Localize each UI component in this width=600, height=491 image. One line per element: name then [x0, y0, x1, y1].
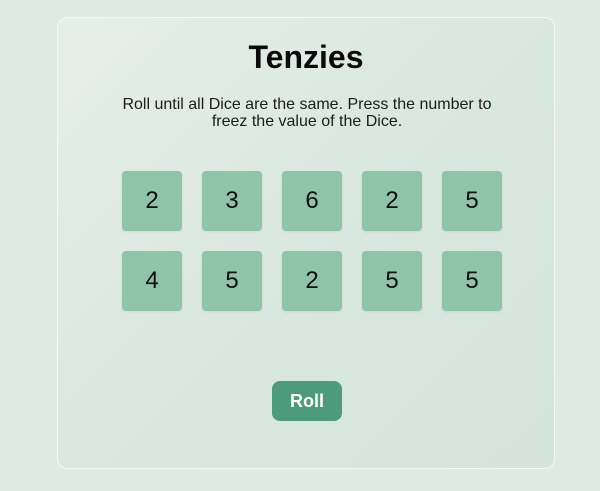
die-6[interactable]: 4 [122, 251, 182, 311]
die-9[interactable]: 5 [362, 251, 422, 311]
die-1[interactable]: 2 [122, 171, 182, 231]
die-2[interactable]: 3 [202, 171, 262, 231]
die-10[interactable]: 5 [442, 251, 502, 311]
game-card: Tenzies Roll until all Dice are the same… [57, 17, 555, 469]
instructions-text: Roll until all Dice are the same. Press … [122, 96, 492, 130]
page-title: Tenzies [248, 39, 364, 75]
dice-grid: 2 3 6 2 5 4 5 2 5 5 [122, 171, 502, 311]
die-5[interactable]: 5 [442, 171, 502, 231]
die-7[interactable]: 5 [202, 251, 262, 311]
die-4[interactable]: 2 [362, 171, 422, 231]
die-8[interactable]: 2 [282, 251, 342, 311]
die-3[interactable]: 6 [282, 171, 342, 231]
roll-button[interactable]: Roll [272, 381, 342, 421]
